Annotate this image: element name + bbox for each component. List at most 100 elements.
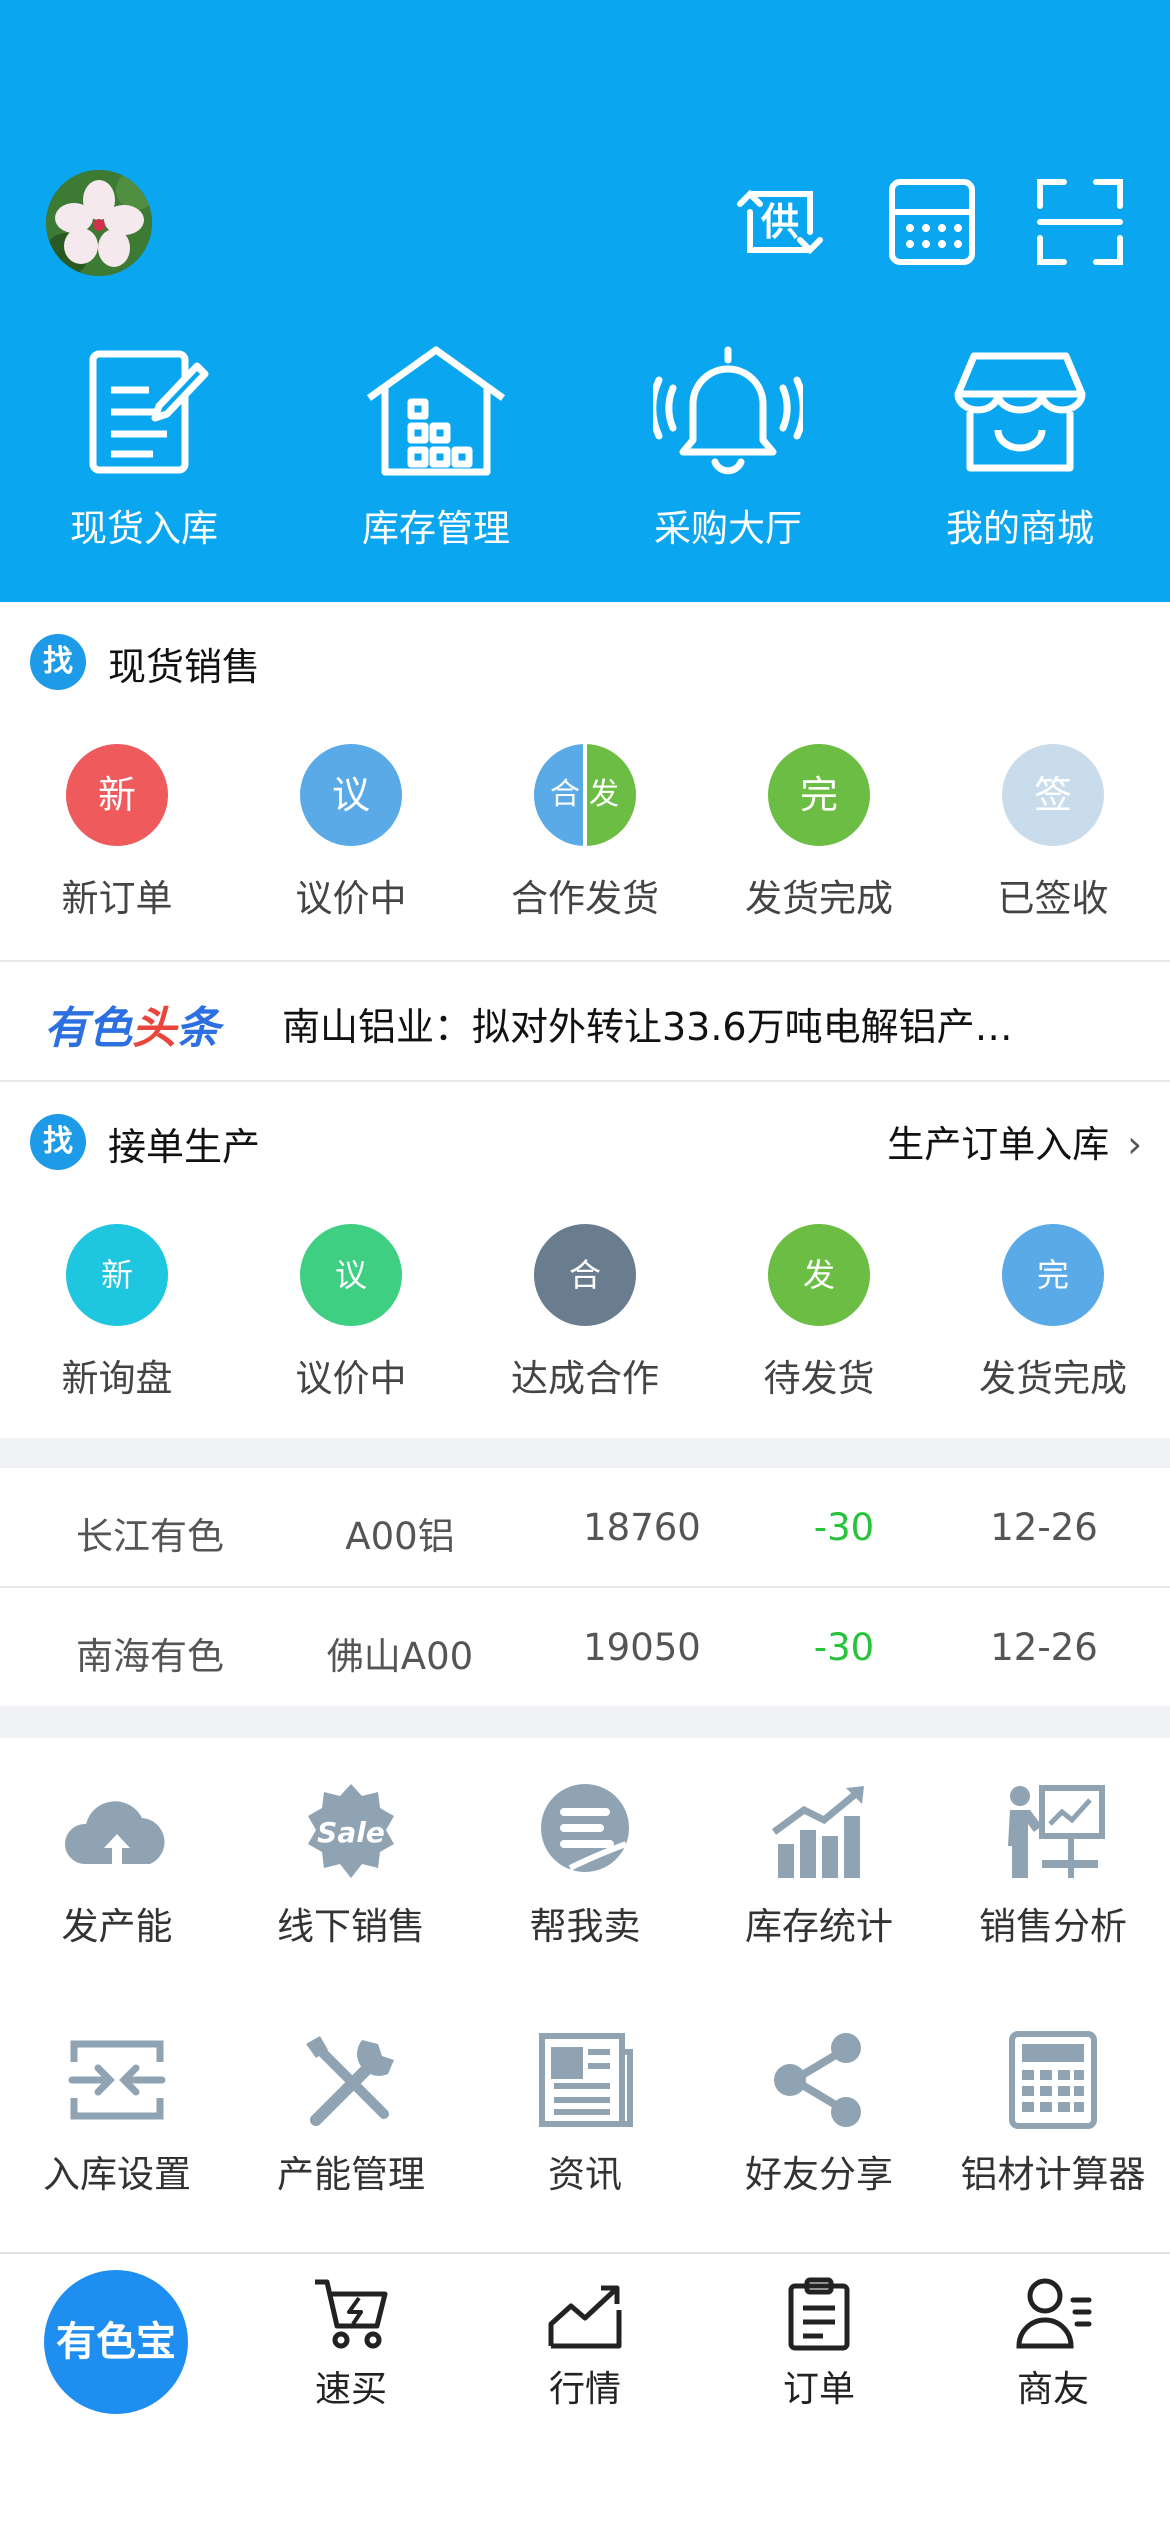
status-label: 已签收 (997, 877, 1109, 920)
tool-label: 入库设置 (43, 2153, 191, 2196)
status-new-inquiry[interactable]: 新 新询盘 (0, 1224, 234, 1402)
quick-action-label: 我的商城 (946, 507, 1094, 550)
quick-action-label: 采购大厅 (654, 507, 802, 550)
tool-sales-analysis[interactable]: 销售分析 (936, 1782, 1170, 1950)
tool-aluminum-calculator[interactable]: 铝材计算器 (936, 2030, 1170, 2198)
status-circle: 议 (300, 1224, 402, 1326)
status-circle: 完 (1002, 1224, 1104, 1326)
status-shipped[interactable]: 完 发货完成 (702, 744, 936, 922)
cart-icon (315, 2279, 388, 2349)
tool-offline-sales[interactable]: Sale 线下销售 (234, 1782, 468, 1950)
tool-label: 销售分析 (979, 1905, 1127, 1948)
status-shipped[interactable]: 完 发货完成 (936, 1224, 1170, 1402)
price-date: 12-26 (990, 1506, 1098, 1549)
tool-inventory-stats[interactable]: 库存统计 (702, 1782, 936, 1950)
price-row[interactable]: 长江有色 A00铝 18760 -30 12-26 (0, 1468, 1170, 1586)
supply-icon[interactable]: 供 (730, 172, 830, 272)
production-header: 找 接单生产 生产订单入库 › (0, 1086, 1170, 1196)
tool-inbound-settings[interactable]: 入库设置 (0, 2030, 234, 2198)
tool-label: 产能管理 (277, 2153, 425, 2196)
status-circle: 发 (768, 1224, 870, 1326)
status-circle: 合 (534, 1224, 636, 1326)
headline-brand-logo: 有色头条 (44, 1003, 220, 1054)
quick-action-purchase-hall[interactable]: 采购大厅 (598, 340, 858, 552)
quick-action-inventory[interactable]: 库存管理 (306, 340, 566, 552)
edit-document-icon (89, 350, 209, 474)
price-row[interactable]: 南海有色 佛山A00 19050 -30 12-26 (0, 1588, 1170, 1706)
status-awaiting-shipment[interactable]: 发 待发货 (702, 1224, 936, 1402)
tab-quick-buy[interactable]: 速买 (234, 2276, 468, 2412)
tab-label: 速买 (314, 2369, 387, 2410)
tab-label: 行情 (548, 2369, 621, 2410)
sale-badge-icon: Sale (308, 1784, 394, 1878)
status-cooperative-shipping[interactable]: 合 发 合作发货 (468, 744, 702, 922)
quick-action-my-store[interactable]: 我的商城 (890, 340, 1150, 552)
section-gap (0, 1706, 1170, 1738)
status-label: 发货完成 (745, 877, 893, 920)
bar-chart-icon (771, 1786, 864, 1878)
tab-business-friends[interactable]: 商友 (936, 2276, 1170, 2412)
user-avatar[interactable] (46, 170, 152, 276)
contacts-icon (1016, 2278, 1092, 2349)
find-badge: 找 (30, 634, 86, 690)
tab-label: 订单 (782, 2369, 855, 2410)
headline-text: 南山铝业：拟对外转让33.6万吨电解铝产… (282, 1005, 1013, 1049)
tools-icon (306, 2036, 394, 2126)
tool-capacity-management[interactable]: 产能管理 (234, 2030, 468, 2198)
tool-news[interactable]: 资讯 (468, 2030, 702, 2198)
chevron-right-icon: › (1127, 1123, 1142, 1166)
status-cooperation-reached[interactable]: 合 达成合作 (468, 1224, 702, 1402)
status-negotiating[interactable]: 议 议价中 (234, 744, 468, 922)
tool-label: 线下销售 (277, 1905, 425, 1948)
status-circle: 新 (66, 1224, 168, 1326)
bottom-tab-bar: 有色宝 速买 行情 订单 商友 (0, 2252, 1170, 2532)
status-circle: 议 (300, 744, 402, 846)
spot-sales-status-row: 新 新订单 议 议价中 合 发 合作发货 完 发货完成 签 已签收 (0, 744, 1170, 944)
status-label: 议价中 (295, 877, 407, 920)
bell-icon (653, 346, 803, 475)
status-circle: 新 (66, 744, 168, 846)
status-new-order[interactable]: 新 新订单 (0, 744, 234, 922)
store-icon (954, 352, 1086, 472)
quick-action-label: 现货入库 (70, 507, 218, 550)
split-right: 发 (587, 744, 636, 846)
status-label: 发货完成 (979, 1357, 1127, 1400)
spot-sales-header: 找 现货销售 (0, 606, 1170, 716)
status-signed[interactable]: 签 已签收 (936, 744, 1170, 922)
tab-orders[interactable]: 订单 (702, 2276, 936, 2412)
quick-action-spot-inbound[interactable]: 现货入库 (14, 340, 274, 552)
tab-market[interactable]: 行情 (468, 2276, 702, 2412)
calculator-icon (1009, 2031, 1097, 2129)
svg-text:Sale: Sale (317, 1816, 385, 1849)
presentation-icon (1008, 1785, 1105, 1878)
tool-help-me-sell[interactable]: 帮我卖 (468, 1782, 702, 1950)
tool-label: 好友分享 (745, 2153, 893, 2196)
scan-icon[interactable] (1030, 172, 1130, 272)
status-label: 新询盘 (61, 1357, 173, 1400)
tool-share-friends[interactable]: 好友分享 (702, 2030, 936, 2198)
production-order-inbound-link[interactable]: 生产订单入库 › (887, 1114, 1142, 1168)
status-label: 合作发货 (511, 877, 659, 920)
tool-publish-capacity[interactable]: 发产能 (0, 1782, 234, 1950)
tab-home-main[interactable]: 有色宝 (44, 2270, 188, 2414)
price-product: A00铝 (345, 1515, 455, 1558)
header: 供 现货入库 库存管理 采购大厅 我的商城 (0, 0, 1170, 602)
tab-label: 商友 (1016, 2369, 1089, 2410)
inbound-settings-icon (68, 2040, 166, 2120)
status-label: 达成合作 (511, 1357, 659, 1400)
status-label: 待发货 (763, 1357, 875, 1400)
calculator-icon[interactable] (882, 172, 982, 272)
section-title: 现货销售 (108, 645, 261, 689)
tool-label: 资讯 (548, 2153, 622, 2196)
tool-label: 发产能 (61, 1905, 173, 1948)
divider (0, 1080, 1170, 1082)
news-headline[interactable]: 有色头条 南山铝业：拟对外转让33.6万吨电解铝产… (0, 962, 1170, 1082)
section-title: 接单生产 (108, 1125, 261, 1169)
status-negotiating[interactable]: 议 议价中 (234, 1224, 468, 1402)
section-gap (0, 1438, 1170, 1468)
quick-action-label: 库存管理 (362, 507, 510, 550)
price-market: 南海有色 (76, 1635, 224, 1678)
helper-sell-icon (541, 1784, 629, 1872)
price-product: 佛山A00 (326, 1635, 474, 1678)
tool-label: 帮我卖 (529, 1905, 641, 1948)
